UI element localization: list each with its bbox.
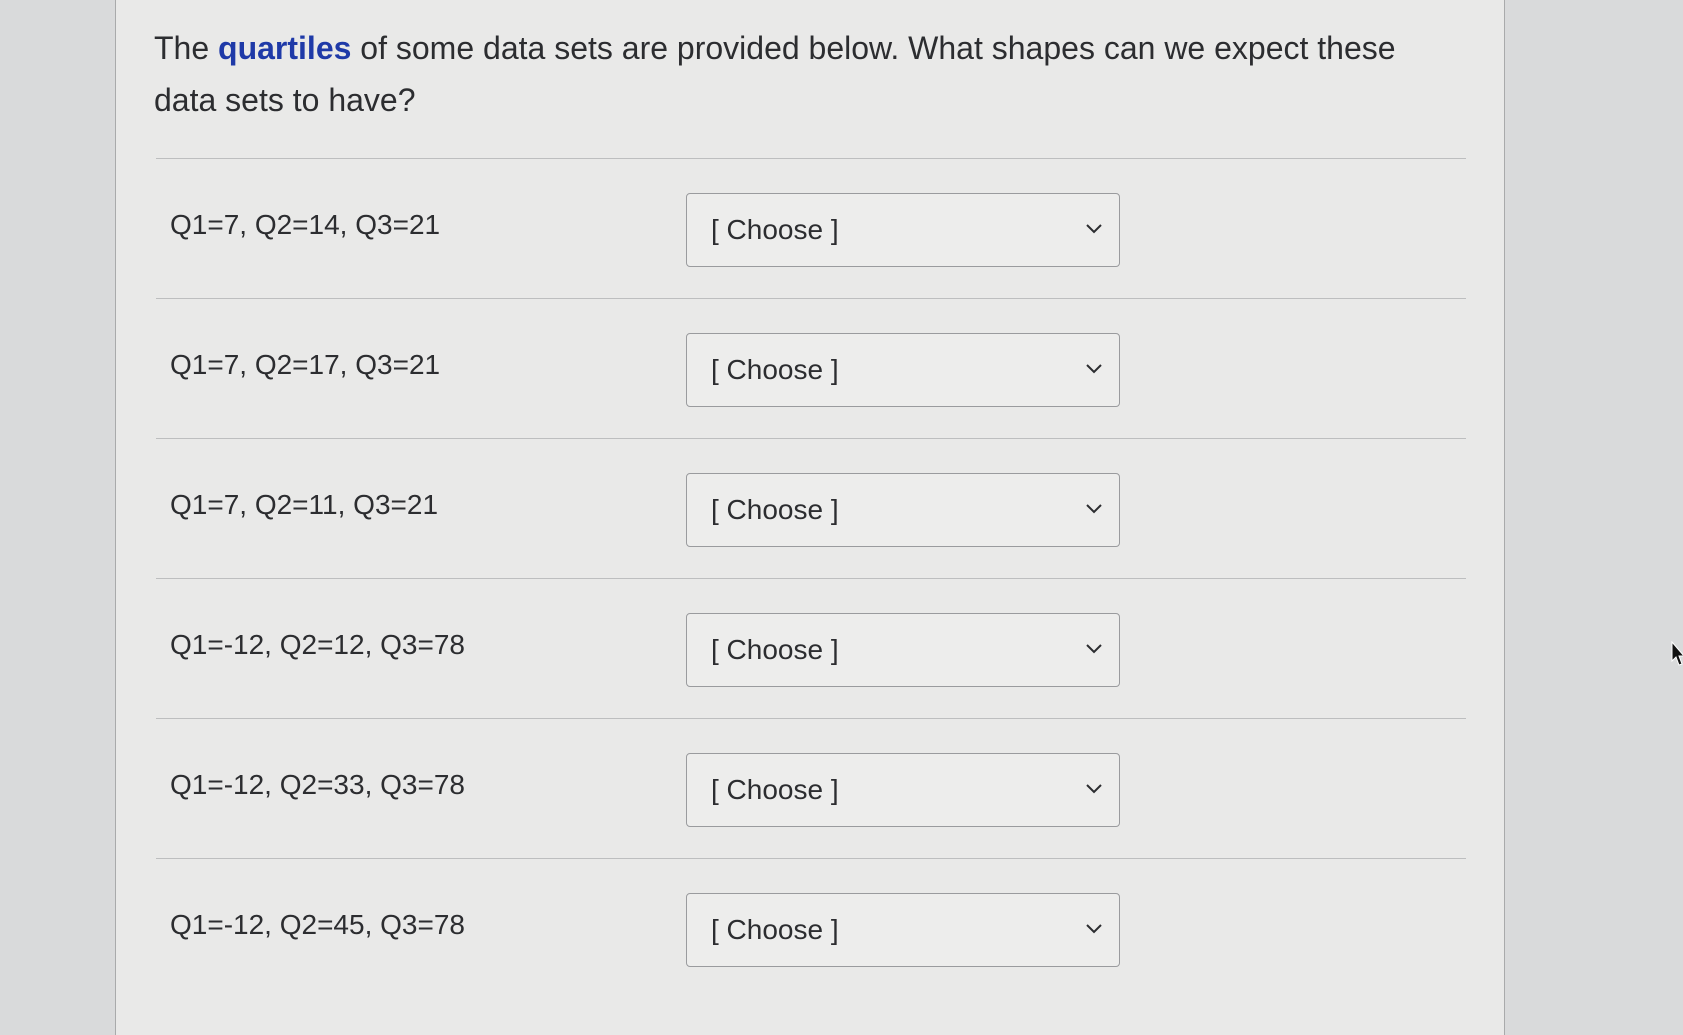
quartiles-term-link[interactable]: quartiles [218, 30, 351, 66]
quartiles-prompt: Q1=-12, Q2=12, Q3=78 [170, 629, 465, 660]
quiz-question-panel: The quartiles of some data sets are prov… [115, 0, 1505, 1035]
select-value: [ Choose ] [711, 354, 839, 385]
quartiles-prompt: Q1=-12, Q2=45, Q3=78 [170, 909, 465, 940]
shape-select[interactable]: [ Choose ] [686, 893, 1120, 967]
select-value: [ Choose ] [711, 634, 839, 665]
chevron-down-icon [1086, 644, 1102, 654]
quartiles-prompt: Q1=7, Q2=11, Q3=21 [170, 489, 439, 520]
shape-select[interactable]: [ Choose ] [686, 753, 1120, 827]
shape-select[interactable]: [ Choose ] [686, 193, 1120, 267]
chevron-down-icon [1086, 224, 1102, 234]
mouse-cursor-icon [1671, 641, 1683, 666]
select-value: [ Choose ] [711, 774, 839, 805]
quartiles-prompt: Q1=7, Q2=17, Q3=21 [170, 349, 441, 380]
matching-row: Q1=-12, Q2=12, Q3=78 [ Choose ] [156, 578, 1466, 718]
chevron-down-icon [1086, 504, 1102, 514]
select-value: [ Choose ] [711, 214, 839, 245]
question-text-before: The [154, 30, 219, 66]
matching-row: Q1=-12, Q2=33, Q3=78 [ Choose ] [156, 718, 1466, 858]
chevron-down-icon [1086, 364, 1102, 374]
matching-row: Q1=7, Q2=11, Q3=21 [ Choose ] [156, 438, 1466, 578]
matching-row: Q1=7, Q2=14, Q3=21 [ Choose ] [156, 158, 1466, 298]
chevron-down-icon [1086, 924, 1102, 934]
quartiles-prompt: Q1=-12, Q2=33, Q3=78 [170, 769, 465, 800]
select-value: [ Choose ] [711, 914, 839, 945]
question-text: The quartiles of some data sets are prov… [154, 22, 1434, 126]
shape-select[interactable]: [ Choose ] [686, 473, 1120, 547]
matching-rows: Q1=7, Q2=14, Q3=21 [ Choose ] Q1=7, Q2=1… [156, 158, 1466, 998]
chevron-down-icon [1086, 784, 1102, 794]
shape-select[interactable]: [ Choose ] [686, 333, 1120, 407]
shape-select[interactable]: [ Choose ] [686, 613, 1120, 687]
quartiles-prompt: Q1=7, Q2=14, Q3=21 [170, 209, 441, 240]
select-value: [ Choose ] [711, 494, 839, 525]
matching-row: Q1=7, Q2=17, Q3=21 [ Choose ] [156, 298, 1466, 438]
matching-row: Q1=-12, Q2=45, Q3=78 [ Choose ] [156, 858, 1466, 998]
